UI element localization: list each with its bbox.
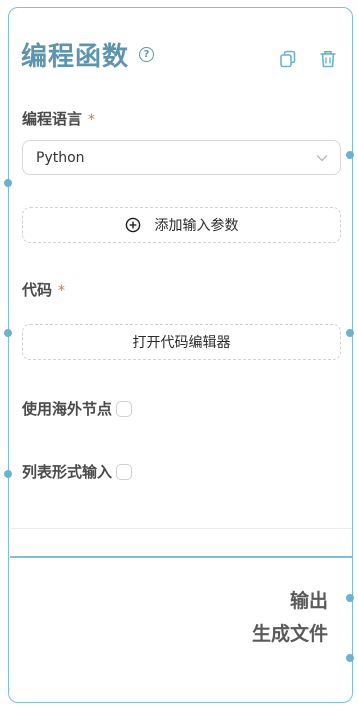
input-handle[interactable] <box>4 470 12 478</box>
connection-handle[interactable] <box>346 329 354 337</box>
code-label: 代码 * <box>22 281 66 299</box>
help-icon[interactable]: ? <box>139 47 155 62</box>
language-select[interactable]: Python <box>22 140 341 175</box>
copy-icon[interactable] <box>279 50 297 68</box>
trash-icon[interactable] <box>319 50 337 68</box>
overseas-node-label: 使用海外节点 <box>22 400 113 418</box>
required-mark: * <box>58 283 66 299</box>
input-handle[interactable] <box>4 329 12 337</box>
connection-handle[interactable] <box>346 151 354 159</box>
chevron-down-icon <box>316 155 328 162</box>
overseas-node-option[interactable]: 使用海外节点 <box>22 398 133 419</box>
input-handle[interactable] <box>4 179 12 187</box>
open-code-editor-button[interactable]: 打开代码编辑器 <box>22 324 341 360</box>
plus-circle-icon <box>125 217 140 233</box>
generate-file-port-label: 生成文件 <box>251 623 328 645</box>
output-port-label: 输出 <box>289 590 328 612</box>
add-input-param-button[interactable]: 添加输入参数 <box>22 207 341 243</box>
node-header: 编程函数 ? <box>21 36 155 73</box>
overseas-node-checkbox[interactable] <box>116 400 133 417</box>
language-label: 编程语言 * <box>22 110 96 128</box>
add-input-param-label: 添加输入参数 <box>154 218 239 234</box>
output-handle[interactable] <box>346 594 354 602</box>
required-mark: * <box>88 112 96 128</box>
output-section-divider <box>10 556 352 558</box>
list-input-label: 列表形式输入 <box>22 463 113 481</box>
output-handle[interactable] <box>346 654 354 662</box>
language-select-value: Python <box>36 149 85 166</box>
divider <box>10 528 352 529</box>
list-input-checkbox[interactable] <box>116 463 133 480</box>
code-function-node[interactable]: 编程函数 ? 编程语言* Python 添加输入参数 代码* 打开代码编辑器 <box>8 7 353 703</box>
list-input-option[interactable]: 列表形式输入 <box>22 461 133 482</box>
node-title: 编程函数 <box>21 42 130 72</box>
open-code-editor-label: 打开代码编辑器 <box>132 335 231 351</box>
